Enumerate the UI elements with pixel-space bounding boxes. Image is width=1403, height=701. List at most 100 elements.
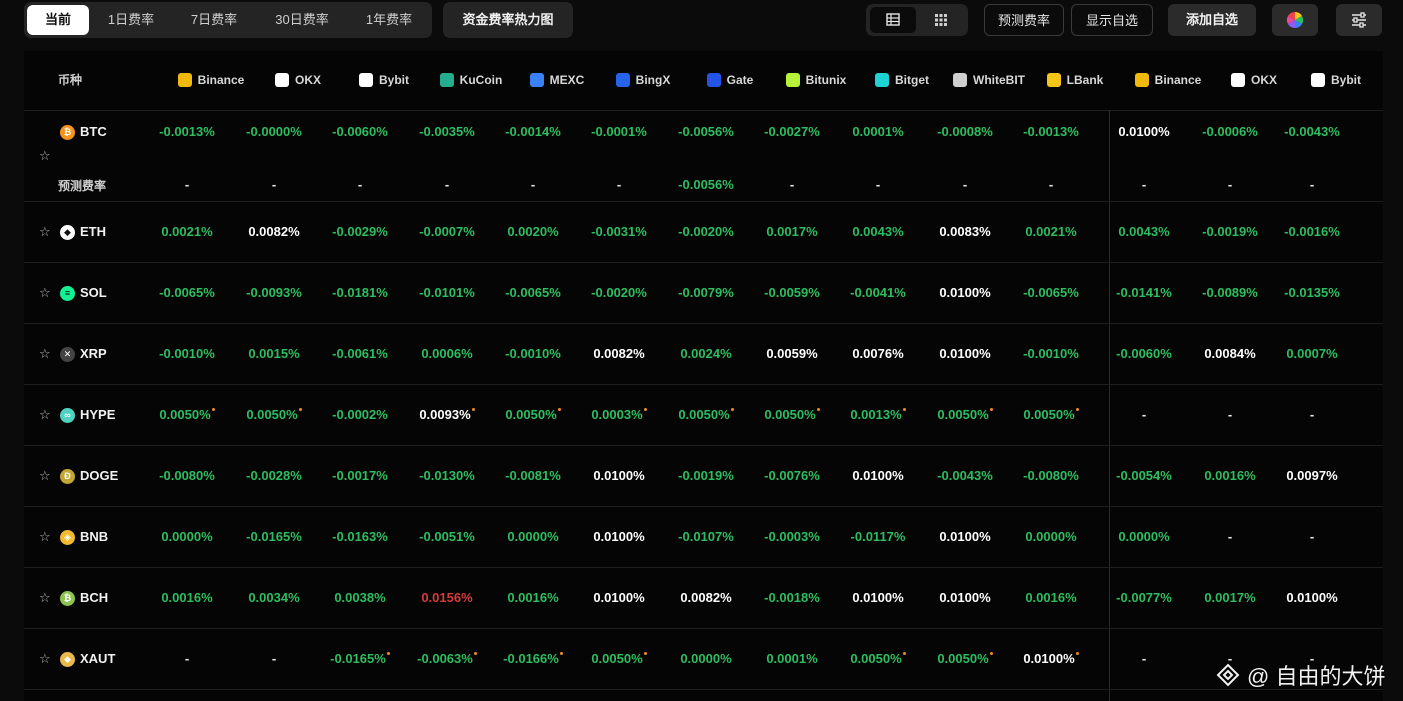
color-theme-button[interactable] bbox=[1272, 4, 1318, 36]
funding-rate-cell[interactable]: 0.0100% bbox=[576, 529, 662, 544]
table-row[interactable]: ☆ ◈ BNB 0.0000% -0.0165% -0.0163% -0.0051% 0.00… bbox=[24, 506, 1383, 568]
predicted-rate-cell[interactable]: - bbox=[404, 177, 490, 192]
show-favorites-button[interactable]: 显示自选 bbox=[1071, 4, 1153, 36]
funding-rate-cell[interactable]: - bbox=[1187, 529, 1273, 544]
exchange-header-bitget[interactable]: Bitget bbox=[859, 71, 945, 89]
funding-rate-cell[interactable]: 0.0050% bbox=[835, 651, 921, 666]
funding-rate-cell[interactable]: 0.0100% bbox=[922, 285, 1008, 300]
funding-rate-cell[interactable]: 0.0000% bbox=[144, 529, 230, 544]
funding-rate-cell[interactable]: 0.0034% bbox=[231, 590, 317, 605]
funding-rate-cell[interactable]: -0.0065% bbox=[1008, 285, 1094, 300]
funding-rate-cell[interactable]: 0.0050% bbox=[231, 407, 317, 422]
funding-rate-cell[interactable]: 0.0015% bbox=[231, 346, 317, 361]
funding-rate-cell[interactable]: 0.0016% bbox=[144, 590, 230, 605]
funding-rate-cell[interactable]: 0.0038% bbox=[317, 590, 403, 605]
funding-rate-cell[interactable]: 0.0100% bbox=[835, 590, 921, 605]
favorite-star-icon[interactable]: ☆ bbox=[39, 346, 51, 362]
favorite-star-icon[interactable]: ☆ bbox=[39, 148, 51, 164]
favorite-star-icon[interactable]: ☆ bbox=[39, 224, 51, 240]
tab-7d[interactable]: 7日费率 bbox=[174, 5, 254, 35]
funding-rate-cell[interactable]: -0.0019% bbox=[1187, 224, 1273, 239]
funding-rate-cell[interactable]: -0.0080% bbox=[144, 468, 230, 483]
funding-rate-cell[interactable]: - bbox=[1187, 407, 1273, 422]
funding-rate-cell[interactable]: -0.0181% bbox=[317, 285, 403, 300]
heatmap-button[interactable]: 资金费率热力图 bbox=[443, 2, 573, 38]
funding-rate-cell[interactable]: 0.0082% bbox=[231, 224, 317, 239]
funding-rate-cell[interactable]: -0.0141% bbox=[1101, 285, 1187, 300]
predicted-rate-cell[interactable]: - bbox=[1187, 177, 1273, 192]
coin-symbol[interactable]: BNB bbox=[80, 529, 108, 544]
coin-symbol[interactable]: BCH bbox=[80, 590, 108, 605]
predicted-rate-cell[interactable]: - bbox=[749, 177, 835, 192]
funding-rate-cell[interactable]: 0.0050% bbox=[749, 407, 835, 422]
funding-rate-cell[interactable]: -0.0101% bbox=[404, 285, 490, 300]
funding-rate-cell[interactable]: 0.0059% bbox=[749, 346, 835, 361]
exchange-header-okx[interactable]: OKX bbox=[255, 71, 341, 89]
add-favorite-button[interactable]: 添加自选 bbox=[1168, 4, 1256, 36]
funding-rate-cell[interactable]: -0.0028% bbox=[231, 468, 317, 483]
funding-rate-cell[interactable]: 0.0021% bbox=[1008, 224, 1094, 239]
funding-rate-cell[interactable]: -0.0008% bbox=[922, 124, 1008, 139]
funding-rate-cell[interactable]: 0.0082% bbox=[576, 346, 662, 361]
funding-rate-cell[interactable]: -0.0017% bbox=[317, 468, 403, 483]
funding-rate-cell[interactable]: -0.0041% bbox=[835, 285, 921, 300]
funding-rate-cell[interactable]: -0.0007% bbox=[404, 224, 490, 239]
funding-rate-cell[interactable]: 0.0000% bbox=[663, 651, 749, 666]
funding-rate-cell[interactable]: 0.0013% bbox=[835, 407, 921, 422]
funding-rate-cell[interactable]: -0.0107% bbox=[663, 529, 749, 544]
coin-symbol[interactable]: ETH bbox=[80, 224, 106, 239]
funding-rate-cell[interactable]: -0.0010% bbox=[490, 346, 576, 361]
funding-rate-cell[interactable]: -0.0043% bbox=[1269, 124, 1355, 139]
favorite-star-icon[interactable]: ☆ bbox=[39, 407, 51, 423]
funding-rate-cell[interactable]: -0.0000% bbox=[231, 124, 317, 139]
funding-rate-cell[interactable]: -0.0135% bbox=[1269, 285, 1355, 300]
exchange-header-gate[interactable]: Gate bbox=[687, 71, 773, 89]
funding-rate-cell[interactable]: -0.0001% bbox=[576, 124, 662, 139]
funding-rate-cell[interactable]: -0.0130% bbox=[404, 468, 490, 483]
funding-rate-cell[interactable]: 0.0156% bbox=[404, 590, 490, 605]
funding-rate-cell[interactable]: 0.0076% bbox=[835, 346, 921, 361]
table-row[interactable]: ☆ ₿ BCH 0.0016% 0.0034% 0.0038% 0.0156% 0.0016%… bbox=[24, 567, 1383, 629]
funding-rate-cell[interactable]: -0.0163% bbox=[317, 529, 403, 544]
tab-current[interactable]: 当前 bbox=[27, 5, 89, 35]
funding-rate-cell[interactable]: -0.0020% bbox=[576, 285, 662, 300]
exchange-header-binance[interactable]: Binance bbox=[1125, 71, 1211, 89]
funding-rate-cell[interactable]: - bbox=[1101, 651, 1187, 666]
tab-1y[interactable]: 1年费率 bbox=[350, 5, 428, 35]
predicted-rate-cell[interactable]: - bbox=[144, 177, 230, 192]
funding-rate-cell[interactable]: -0.0065% bbox=[490, 285, 576, 300]
favorite-star-icon[interactable]: ☆ bbox=[39, 590, 51, 606]
funding-rate-cell[interactable]: 0.0050% bbox=[922, 651, 1008, 666]
funding-rate-cell[interactable]: -0.0079% bbox=[663, 285, 749, 300]
funding-rate-cell[interactable]: -0.0059% bbox=[749, 285, 835, 300]
coin-symbol[interactable]: BTC bbox=[80, 124, 107, 139]
funding-rate-cell[interactable]: -0.0014% bbox=[490, 124, 576, 139]
favorite-star-icon[interactable]: ☆ bbox=[39, 468, 51, 484]
funding-rate-cell[interactable]: 0.0100% bbox=[1101, 124, 1187, 139]
funding-rate-cell[interactable]: 0.0016% bbox=[1187, 468, 1273, 483]
exchange-header-lbank[interactable]: LBank bbox=[1032, 71, 1118, 89]
exchange-header-okx[interactable]: OKX bbox=[1211, 71, 1297, 89]
funding-rate-cell[interactable]: 0.0100% bbox=[1008, 651, 1094, 666]
grid-view-button[interactable] bbox=[918, 7, 964, 33]
funding-rate-cell[interactable]: -0.0077% bbox=[1101, 590, 1187, 605]
funding-rate-cell[interactable]: 0.0100% bbox=[576, 468, 662, 483]
funding-rate-cell[interactable]: 0.0100% bbox=[922, 590, 1008, 605]
funding-rate-cell[interactable]: -0.0013% bbox=[1008, 124, 1094, 139]
predicted-rate-cell[interactable]: -0.0056% bbox=[663, 177, 749, 192]
funding-rate-cell[interactable]: 0.0016% bbox=[1008, 590, 1094, 605]
funding-rate-cell[interactable]: 0.0050% bbox=[1008, 407, 1094, 422]
funding-rate-cell[interactable]: -0.0013% bbox=[144, 124, 230, 139]
funding-rate-cell[interactable]: -0.0043% bbox=[922, 468, 1008, 483]
funding-rate-cell[interactable]: 0.0024% bbox=[663, 346, 749, 361]
table-row[interactable]: ☆ ≡ SOL -0.0065% -0.0093% -0.0181% -0.0101% -0.… bbox=[24, 262, 1383, 324]
funding-rate-cell[interactable]: 0.0093% bbox=[404, 407, 490, 422]
predicted-rate-cell[interactable]: - bbox=[1008, 177, 1094, 192]
exchange-header-binance[interactable]: Binance bbox=[168, 71, 254, 89]
table-row[interactable]: ☆ ₿ BTC -0.0013% -0.0000% -0.0060% -0.0035% -0.… bbox=[24, 110, 1383, 202]
funding-rate-cell[interactable]: -0.0165% bbox=[317, 651, 403, 666]
coin-symbol[interactable]: XAUT bbox=[80, 651, 115, 666]
funding-rate-cell[interactable]: - bbox=[1101, 407, 1187, 422]
funding-rate-cell[interactable]: -0.0061% bbox=[317, 346, 403, 361]
exchange-header-bingx[interactable]: BingX bbox=[600, 71, 686, 89]
